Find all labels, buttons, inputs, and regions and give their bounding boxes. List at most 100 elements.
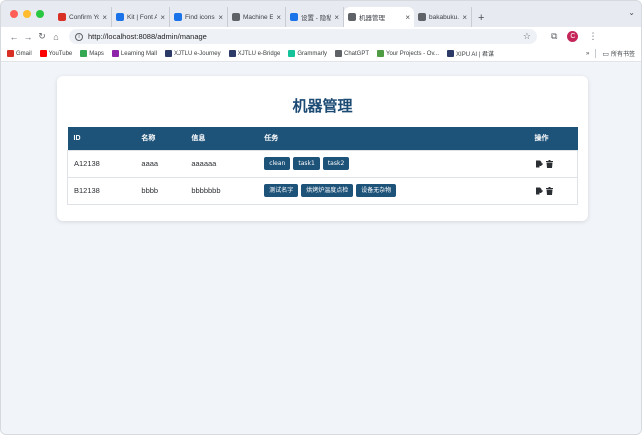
settings-icon: [290, 13, 298, 21]
bookmark-label: Grammarly: [297, 50, 327, 57]
tab-3[interactable]: Machine Edit×: [228, 7, 286, 27]
forward-icon[interactable]: →: [21, 32, 35, 42]
cell-info: bbbbbbb: [185, 177, 259, 205]
machine-table: ID 名称 信息 任务 操作 A12138 aaaa aaaaaa clean task…: [67, 127, 578, 205]
shield-icon: [228, 50, 236, 57]
folder-icon: ▭: [602, 50, 609, 58]
bookmark-label: Maps: [89, 50, 104, 57]
globe-icon: [348, 13, 356, 21]
header-id: ID: [73, 134, 81, 142]
tab-0[interactable]: Confirm Your I×: [54, 7, 112, 27]
close-tab-icon[interactable]: ×: [160, 13, 165, 22]
close-tab-icon[interactable]: ×: [218, 13, 223, 22]
table-row: A12138 aaaa aaaaaa clean task1 task2: [67, 150, 578, 178]
task-button[interactable]: task2: [322, 157, 350, 170]
header-info: 信息: [191, 135, 206, 143]
close-window-button[interactable]: [10, 10, 18, 18]
bookmark-label: XJTLU e-Bridge: [237, 50, 281, 57]
bookmarks-bar: Gmail YouTube Maps Learning Mall XJTLU e-Jou…: [1, 46, 641, 62]
shield-icon: [447, 50, 455, 57]
edit-icon[interactable]: [535, 160, 543, 168]
tab-title: Find icons wit: [185, 13, 215, 21]
reload-icon[interactable]: ↻: [35, 31, 49, 42]
globe-icon: [418, 13, 426, 21]
minimize-window-button[interactable]: [23, 10, 31, 18]
back-icon[interactable]: ←: [7, 32, 21, 42]
bookmark-0[interactable]: Gmail: [7, 50, 32, 57]
trash-icon[interactable]: [545, 159, 553, 168]
tab-4[interactable]: 设置 - 隐私和安×: [286, 7, 344, 27]
extensions-icon[interactable]: ⧉: [551, 31, 557, 42]
window-controls: [1, 1, 54, 27]
bookmark-9[interactable]: XIPU AI | 君谋: [447, 49, 494, 58]
edit-icon[interactable]: [535, 187, 543, 195]
bookmark-label: ChatGPT: [344, 50, 370, 57]
bookmark-1[interactable]: YouTube: [39, 50, 73, 57]
tab-title: Kit | Font Awe: [127, 13, 157, 21]
address-bar[interactable]: i http://localhost:8088/admin/manage ☆: [69, 29, 537, 44]
bookmark-star-icon[interactable]: ☆: [523, 31, 531, 42]
site-info-icon[interactable]: i: [75, 32, 83, 41]
divider: [595, 49, 597, 58]
tab-title: 设置 - 隐私和安: [301, 15, 331, 22]
bookmark-7[interactable]: ChatGPT: [335, 50, 369, 57]
profile-avatar[interactable]: C: [567, 31, 579, 42]
globe-icon: [232, 13, 240, 21]
bookmark-label: XIPU AI | 君谋: [456, 52, 494, 58]
bookmark-6[interactable]: Grammarly: [288, 50, 327, 57]
cell-ops: [528, 177, 578, 205]
tab-title: Machine Edit: [243, 13, 274, 21]
bookmark-8[interactable]: Your Projects - Ov...: [377, 50, 439, 57]
tab-strip: Confirm Your I×Kit | Font Awe×Find icons…: [1, 1, 641, 27]
browser-window: Confirm Your I×Kit | Font Awe×Find icons…: [0, 0, 642, 435]
bookmark-5[interactable]: XJTLU e-Bridge: [228, 50, 281, 57]
close-tab-icon[interactable]: ×: [102, 13, 107, 22]
maps-icon: [80, 50, 88, 57]
bookmark-label: XJTLU e-Journey: [173, 50, 221, 57]
bookmark-label: Your Projects - Ov...: [386, 50, 440, 57]
tab-title: bakabuku.co: [429, 13, 459, 21]
all-bookmarks-button[interactable]: ▭ 所有书签: [602, 49, 635, 59]
tab-title: 机器管理: [359, 15, 385, 22]
task-button[interactable]: task1: [293, 157, 320, 170]
close-tab-icon[interactable]: ×: [276, 13, 281, 22]
cell-id: A12138: [67, 150, 136, 178]
row-actions: [535, 159, 571, 168]
close-tab-icon[interactable]: ×: [462, 13, 467, 22]
page-title: 机器管理: [292, 97, 353, 115]
bookmark-3[interactable]: Learning Mall: [111, 50, 157, 57]
bookmark-4[interactable]: XJTLU e-Journey: [164, 50, 221, 57]
tab-5[interactable]: 机器管理 ×: [344, 7, 414, 27]
bookmark-2[interactable]: Maps: [80, 50, 104, 57]
trash-icon[interactable]: [545, 186, 553, 195]
tab-6[interactable]: bakabuku.co×: [414, 7, 472, 27]
url-text: http://localhost:8088/admin/manage: [88, 32, 207, 41]
toolbar: ← → ↻ ⌂ i http://localhost:8088/admin/ma…: [1, 27, 641, 46]
bookmarks-list: Gmail YouTube Maps Learning Mall XJTLU e-Jou…: [7, 49, 494, 58]
close-tab-icon[interactable]: ×: [334, 13, 339, 22]
tab-title: Confirm Your I: [69, 13, 99, 21]
maximize-window-button[interactable]: [36, 10, 44, 18]
cell-info: aaaaaa: [185, 150, 259, 178]
task-button[interactable]: clean: [264, 157, 291, 170]
gmail-icon: [7, 50, 14, 57]
close-tab-icon[interactable]: ×: [405, 13, 410, 22]
tab-search-icon[interactable]: ⌄: [628, 8, 635, 17]
bookmark-label: YouTube: [48, 50, 73, 57]
task-button[interactable]: 设备无杂物: [356, 184, 397, 197]
task-button[interactable]: 烘烤炉温度点检: [301, 184, 354, 197]
new-tab-icon[interactable]: +: [472, 12, 490, 27]
home-icon[interactable]: ⌂: [49, 32, 63, 42]
task-button[interactable]: 测试名字: [264, 184, 299, 197]
chatgpt-icon: [335, 50, 342, 57]
tab-1[interactable]: Kit | Font Awe×: [112, 7, 170, 27]
cell-tasks: 测试名字 烘烤炉温度点检 设备无杂物: [258, 177, 529, 205]
menu-icon[interactable]: ⋮: [588, 31, 597, 42]
fontawesome-icon: [116, 13, 124, 21]
all-bookmarks-label: 所有书签: [610, 52, 635, 58]
shield-icon: [164, 50, 172, 57]
grammarly-icon: [288, 50, 296, 57]
bookmarks-overflow-icon[interactable]: »: [586, 51, 589, 57]
tab-2[interactable]: Find icons wit×: [170, 7, 228, 27]
header-tasks: 任务: [264, 135, 279, 143]
